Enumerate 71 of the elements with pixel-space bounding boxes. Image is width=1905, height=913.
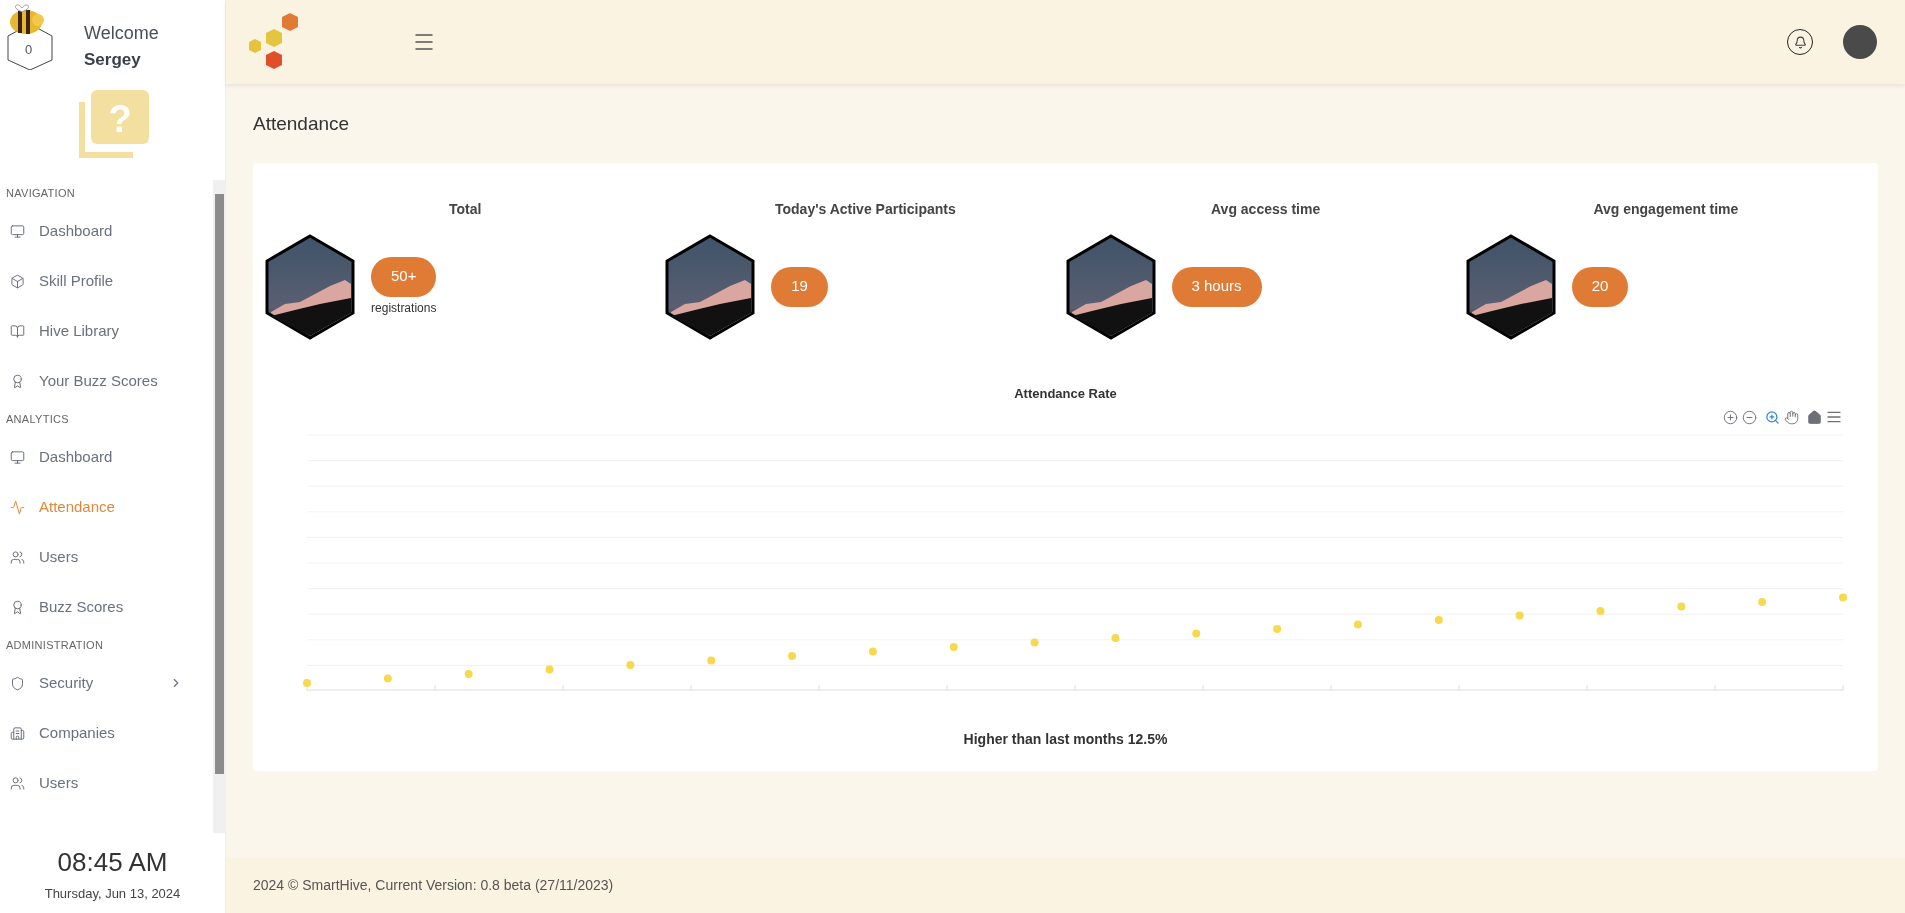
cube-icon: [10, 273, 25, 289]
section-heading: ADMINISTRATION: [5, 637, 105, 653]
award-icon: [10, 373, 25, 389]
clock-time: 08:45 AM: [57, 845, 168, 879]
home-icon[interactable]: [1807, 409, 1822, 425]
stat-value-pill: 20: [1571, 266, 1629, 307]
stat-value-pill: 50+: [371, 256, 437, 297]
data-point: [707, 656, 716, 665]
badge-count: 0: [25, 41, 33, 59]
monitor-icon: [10, 223, 25, 239]
stat-title: Avg access time: [1210, 199, 1322, 219]
data-point: [1758, 598, 1767, 606]
sidebar-item[interactable]: Hive Library: [0, 306, 213, 356]
data-point: [1030, 638, 1039, 647]
sidebar-item[interactable]: Dashboard: [0, 206, 213, 256]
pulse-icon: [10, 499, 25, 515]
data-point: [303, 679, 311, 687]
data-point: [464, 670, 473, 678]
stat-title: Avg engagement time: [1592, 199, 1740, 219]
data-point: [1677, 602, 1686, 611]
sidebar-item[interactable]: Attendance: [0, 482, 213, 532]
data-point: [1111, 634, 1120, 642]
chart-summary: Higher than last months 12.5%: [963, 730, 1168, 749]
section-heading: NAVIGATION: [5, 185, 76, 201]
chart-title: Attendance Rate: [1014, 384, 1117, 403]
data-point: [1596, 607, 1605, 615]
data-point: [545, 665, 554, 674]
stat-title: Total: [447, 199, 483, 219]
data-point: [1273, 625, 1282, 633]
greeting-text: Welcome: [84, 22, 159, 45]
book-icon: [10, 323, 25, 339]
sidebar-item[interactable]: Your Buzz Scores: [0, 356, 213, 406]
zoom-selection-icon[interactable]: [1765, 409, 1780, 425]
data-point: [949, 643, 958, 651]
clock-date: Thursday, Jun 13, 2024: [44, 884, 181, 903]
data-point: [1515, 611, 1524, 620]
sidebar-item[interactable]: Users: [0, 758, 213, 808]
scrollbar[interactable]: [213, 180, 225, 833]
buildings-icon: [10, 725, 25, 741]
data-point: [383, 674, 392, 683]
stat-title: Today's Active Participants: [774, 199, 957, 219]
data-point: [1353, 620, 1362, 629]
data-point: [1839, 593, 1847, 602]
zoom-in-icon[interactable]: [1723, 409, 1738, 425]
data-point: [788, 652, 797, 660]
monitor-icon: [10, 449, 25, 465]
award-icon: [10, 599, 25, 615]
data-point: [1434, 616, 1443, 624]
section-heading: ANALYTICS: [5, 411, 70, 427]
data-point: [626, 661, 635, 669]
avatar[interactable]: [1843, 25, 1877, 59]
zoom-out-icon[interactable]: [1742, 409, 1757, 425]
shield-icon: [10, 675, 25, 691]
sidebar-item[interactable]: Companies: [0, 708, 213, 758]
stat-caption: registrations: [371, 299, 437, 317]
page-title: Attendance: [253, 112, 351, 136]
pan-icon[interactable]: [1784, 409, 1799, 425]
stat-value-pill: 19: [771, 266, 828, 307]
users-icon: [10, 775, 25, 791]
sidebar-item[interactable]: Dashboard: [0, 432, 213, 482]
sidebar-item[interactable]: Skill Profile: [0, 256, 213, 306]
data-point: [1192, 629, 1201, 638]
menu-icon[interactable]: [1826, 409, 1842, 425]
stat-value-pill: 3 hours: [1171, 266, 1262, 307]
footer-text: 2024 © SmartHive, Current Version: 0.8 beta (27/11/2023): [253, 876, 614, 895]
sidebar-item[interactable]: Users: [0, 532, 213, 582]
sidebar-item[interactable]: Buzz Scores: [0, 582, 213, 632]
user-name: Sergey: [84, 48, 142, 70]
data-point: [868, 647, 877, 656]
sidebar-item[interactable]: Security: [0, 658, 213, 708]
users-icon: [10, 549, 25, 565]
